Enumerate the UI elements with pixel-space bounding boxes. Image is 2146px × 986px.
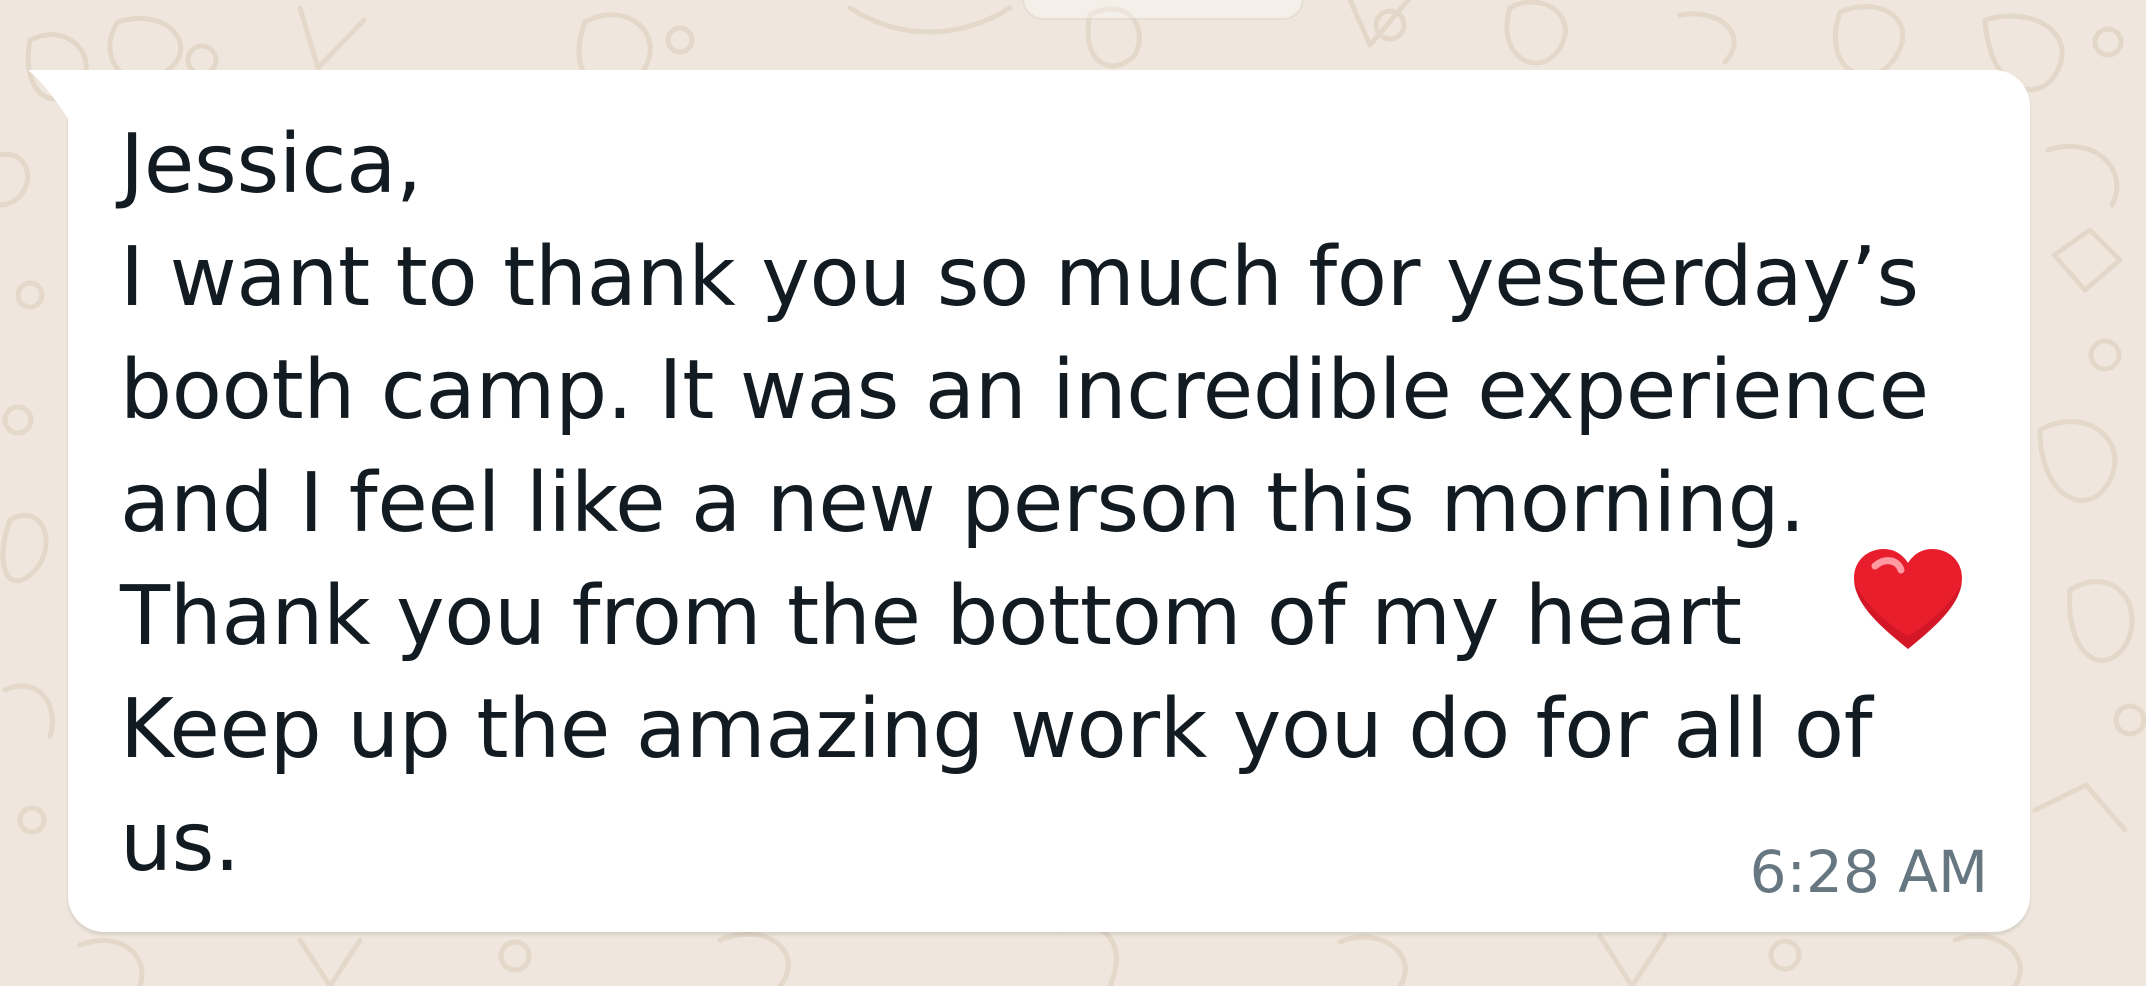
message-line-2: I want to thank you so much for yesterda… bbox=[120, 230, 1919, 325]
message-line-6: Keep up the amazing work you do for all … bbox=[120, 682, 1873, 777]
message-bubble-tail bbox=[28, 70, 76, 132]
message-timestamp: 6:28 AM bbox=[1749, 838, 1988, 906]
message-text: Jessica, I want to thank you so much for… bbox=[120, 108, 1970, 899]
incoming-message-bubble[interactable]: Jessica, I want to thank you so much for… bbox=[28, 70, 2030, 932]
message-line-3: booth camp. It was an incredible experie… bbox=[120, 343, 1929, 438]
message-line-1: Jessica, bbox=[120, 117, 422, 212]
heart-icon bbox=[1854, 549, 1962, 649]
message-line-4: and I feel like a new person this mornin… bbox=[120, 456, 1806, 551]
date-separator-pill bbox=[1022, 0, 1304, 20]
message-line-5: Thank you from the bottom of my heart bbox=[120, 569, 1742, 664]
message-line-7: us. bbox=[120, 795, 240, 890]
